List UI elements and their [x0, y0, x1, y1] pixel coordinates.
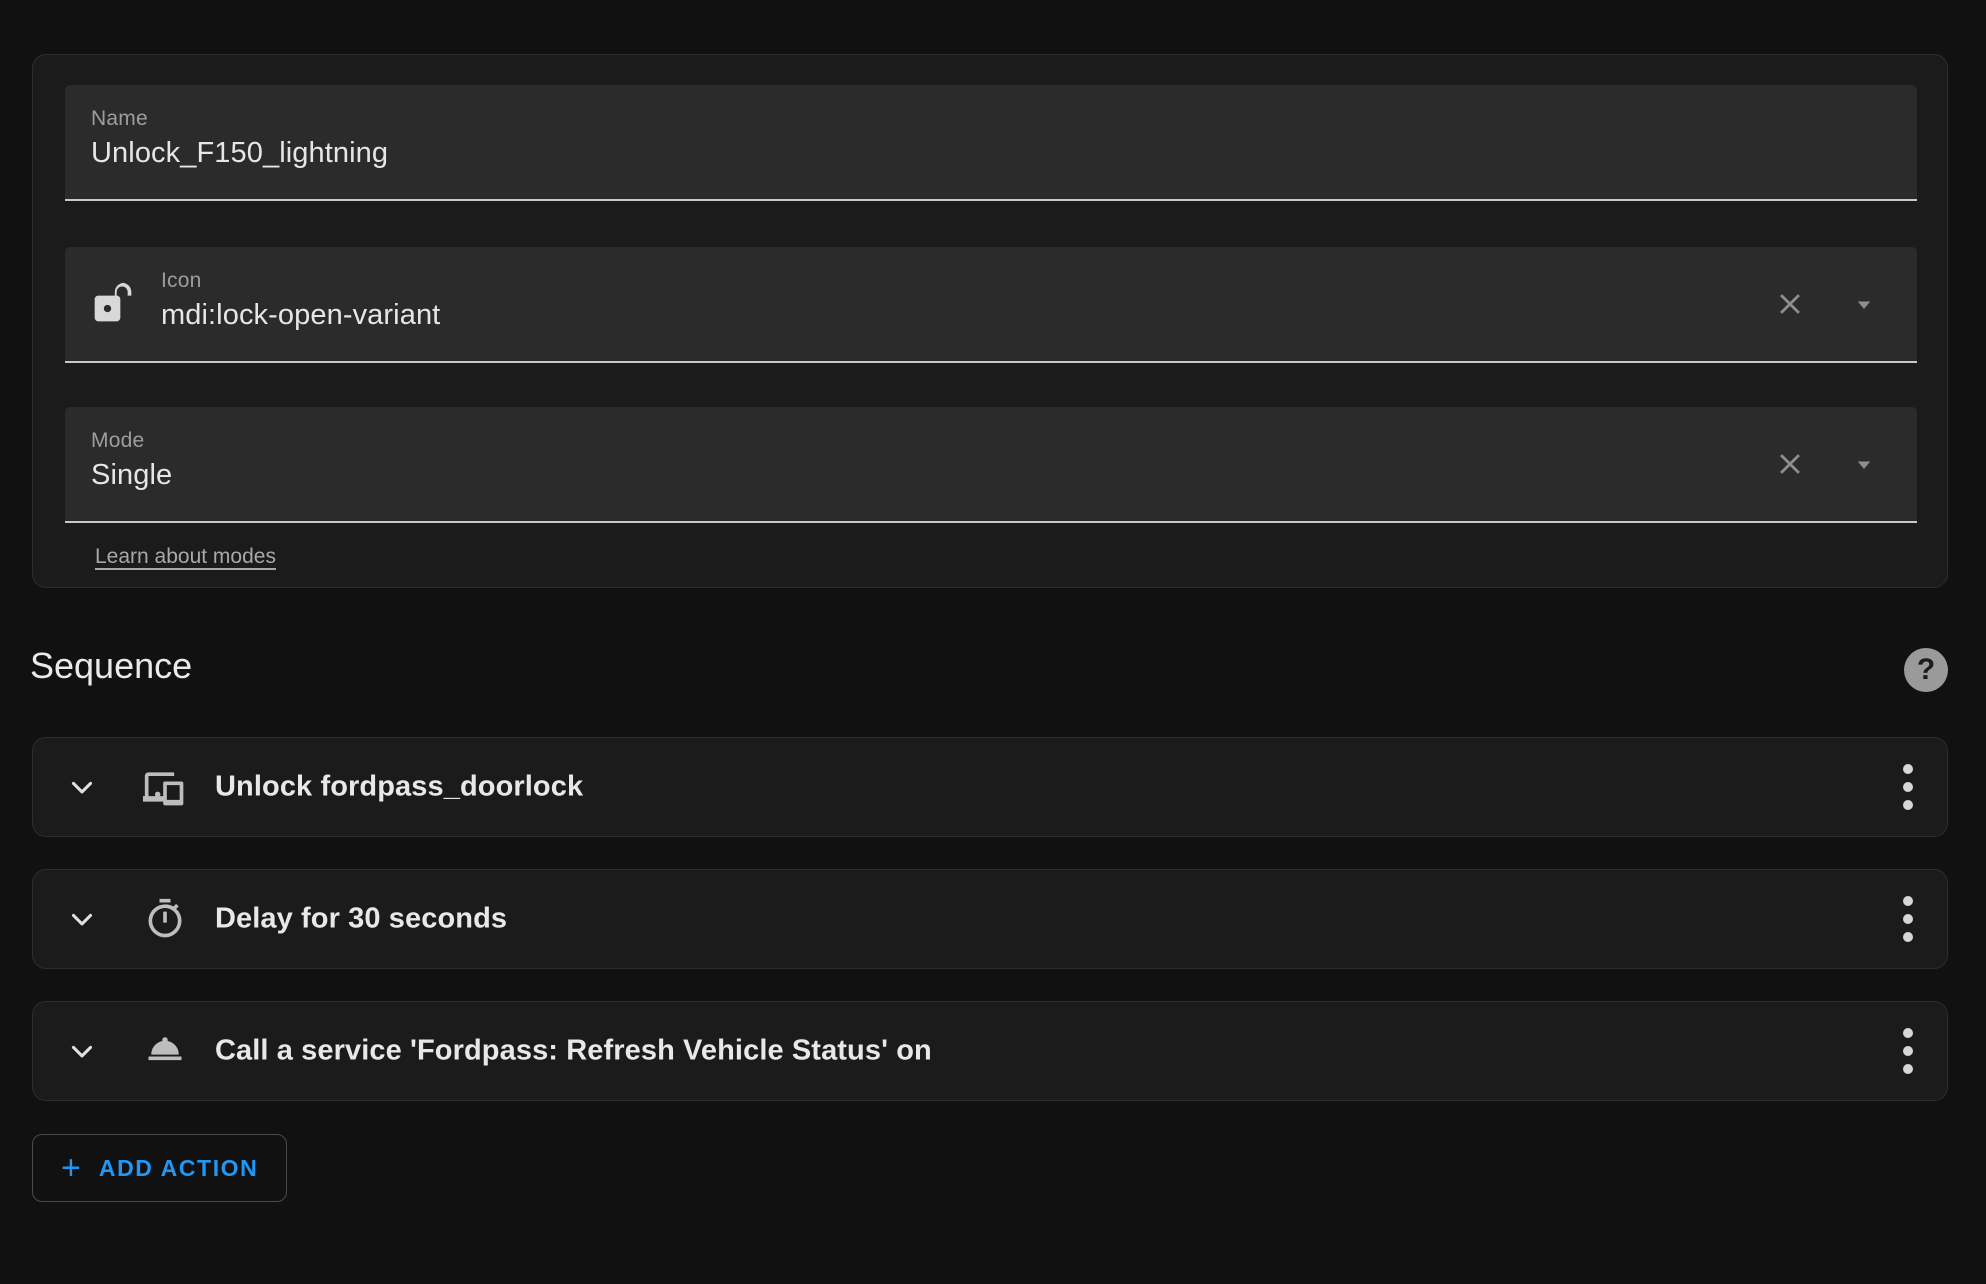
- dots-vertical-icon[interactable]: [1903, 764, 1913, 810]
- caret-down-icon[interactable]: [1849, 449, 1879, 479]
- icon-field-label: Icon: [161, 269, 202, 292]
- mode-field-label: Mode: [91, 429, 145, 452]
- sequence-action-label: Unlock fordpass_doorlock: [215, 770, 584, 803]
- sequence-action-row[interactable]: Call a service 'Fordpass: Refresh Vehicl…: [32, 1001, 1948, 1101]
- caret-down-icon[interactable]: [1849, 289, 1879, 319]
- dots-vertical-icon[interactable]: [1903, 896, 1913, 942]
- add-action-button[interactable]: + ADD ACTION: [32, 1134, 288, 1202]
- room-service-icon: [143, 1029, 187, 1073]
- lock-open-variant-icon: [91, 281, 135, 329]
- learn-about-modes-link[interactable]: Learn about modes: [95, 545, 276, 569]
- sequence-action-label: Delay for 30 seconds: [215, 902, 508, 935]
- name-field-value[interactable]: Unlock_F150_lightning: [91, 137, 388, 170]
- mode-field[interactable]: Mode Single: [65, 407, 1917, 523]
- icon-field-value[interactable]: mdi:lock-open-variant: [161, 299, 440, 332]
- name-field-label: Name: [91, 107, 148, 130]
- close-icon[interactable]: [1773, 287, 1807, 321]
- chevron-down-icon[interactable]: [65, 1034, 99, 1068]
- sequence-action-row[interactable]: Unlock fordpass_doorlock: [32, 737, 1948, 837]
- chevron-down-icon[interactable]: [65, 902, 99, 936]
- script-editor-page: Name Unlock_F150_lightning Icon mdi:lock…: [0, 0, 1986, 1284]
- dots-vertical-icon[interactable]: [1903, 1028, 1913, 1074]
- sequence-title: Sequence: [30, 645, 193, 686]
- mode-field-value[interactable]: Single: [91, 459, 172, 492]
- close-icon[interactable]: [1773, 447, 1807, 481]
- sequence-action-label: Call a service 'Fordpass: Refresh Vehicl…: [215, 1034, 932, 1067]
- chevron-down-icon[interactable]: [65, 770, 99, 804]
- timer-icon: [143, 897, 187, 941]
- name-field[interactable]: Name Unlock_F150_lightning: [65, 85, 1917, 201]
- help-icon[interactable]: ?: [1904, 648, 1948, 692]
- script-config-card: Name Unlock_F150_lightning Icon mdi:lock…: [32, 54, 1948, 588]
- icon-field[interactable]: Icon mdi:lock-open-variant: [65, 247, 1917, 363]
- add-action-label: ADD ACTION: [98, 1154, 259, 1181]
- devices-icon: [143, 765, 187, 809]
- sequence-action-row[interactable]: Delay for 30 seconds: [32, 869, 1948, 969]
- plus-icon: +: [61, 1149, 81, 1187]
- sequence-header: Sequence ?: [30, 645, 1948, 701]
